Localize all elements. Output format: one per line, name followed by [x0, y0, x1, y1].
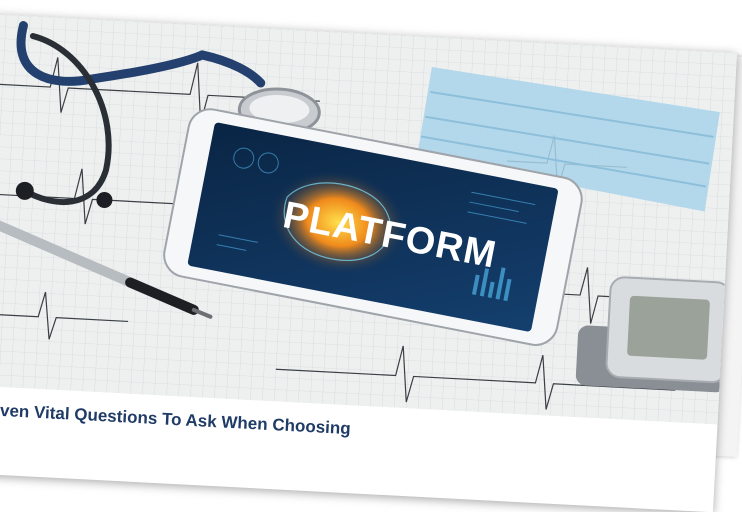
article-title-continued[interactable]: A [0, 424, 98, 450]
photo-illustration: PLATFORM [0, 14, 737, 425]
article-card[interactable]: PLATFORM Seven Vital Questions To Ask Wh… [0, 14, 737, 512]
article-photo: PLATFORM [0, 14, 737, 425]
